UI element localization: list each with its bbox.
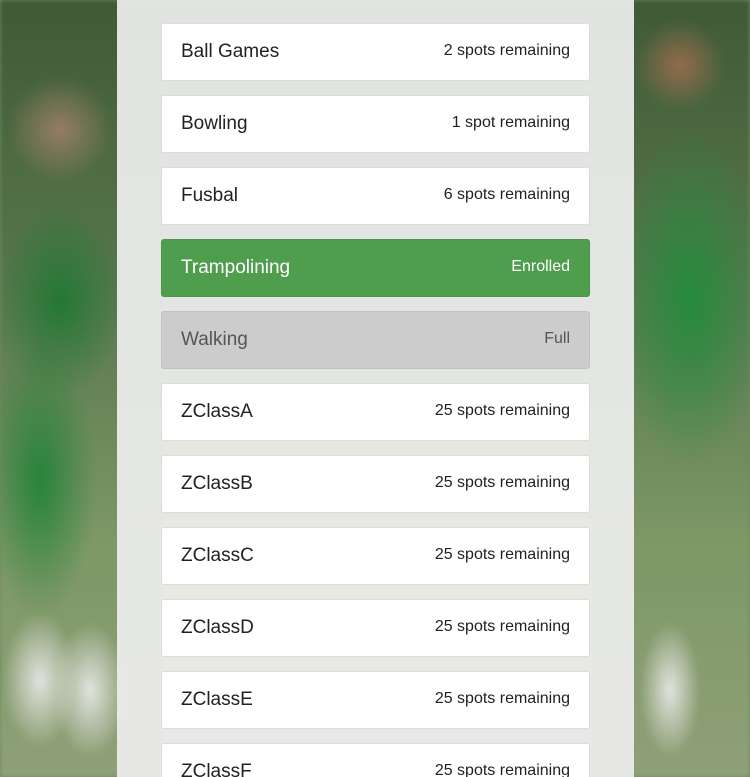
- class-name: Bowling: [181, 113, 248, 134]
- class-name: ZClassE: [181, 689, 253, 710]
- class-item-trampolining[interactable]: Trampolining Enrolled: [161, 239, 590, 297]
- class-status: 25 spots remaining: [434, 761, 570, 777]
- class-name: Walking: [181, 329, 248, 350]
- class-status: Enrolled: [511, 257, 570, 275]
- class-item-zclassf[interactable]: ZClassF 25 spots remaining: [161, 743, 590, 777]
- class-status: 25 spots remaining: [434, 473, 570, 491]
- class-name: Fusbal: [181, 185, 239, 206]
- class-status: 2 spots remaining: [443, 41, 570, 59]
- class-item-zclassd[interactable]: ZClassD 25 spots remaining: [161, 599, 590, 657]
- class-status: 25 spots remaining: [434, 401, 570, 419]
- class-name: ZClassA: [181, 401, 253, 422]
- class-name: ZClassF: [181, 761, 252, 777]
- class-status: 6 spots remaining: [443, 185, 570, 203]
- class-status: 25 spots remaining: [434, 689, 570, 707]
- class-status: 25 spots remaining: [434, 617, 570, 635]
- class-item-zclasse[interactable]: ZClassE 25 spots remaining: [161, 671, 590, 729]
- class-item-zclassc[interactable]: ZClassC 25 spots remaining: [161, 527, 590, 585]
- class-item-walking[interactable]: Walking Full: [161, 311, 590, 369]
- class-name: ZClassD: [181, 617, 254, 638]
- class-name: Trampolining: [181, 257, 291, 278]
- class-item-ball-games[interactable]: Ball Games 2 spots remaining: [161, 23, 590, 81]
- class-item-zclassb[interactable]: ZClassB 25 spots remaining: [161, 455, 590, 513]
- class-name: ZClassB: [181, 473, 253, 494]
- class-status: 25 spots remaining: [434, 545, 570, 563]
- class-item-bowling[interactable]: Bowling 1 spot remaining: [161, 95, 590, 153]
- class-name: ZClassC: [181, 545, 254, 566]
- class-item-fusbal[interactable]: Fusbal 6 spots remaining: [161, 167, 590, 225]
- class-status: Full: [544, 329, 570, 347]
- class-list: Ball Games 2 spots remaining Bowling 1 s…: [161, 23, 590, 777]
- class-name: Ball Games: [181, 41, 280, 62]
- class-item-zclassa[interactable]: ZClassA 25 spots remaining: [161, 383, 590, 441]
- class-status: 1 spot remaining: [451, 113, 570, 131]
